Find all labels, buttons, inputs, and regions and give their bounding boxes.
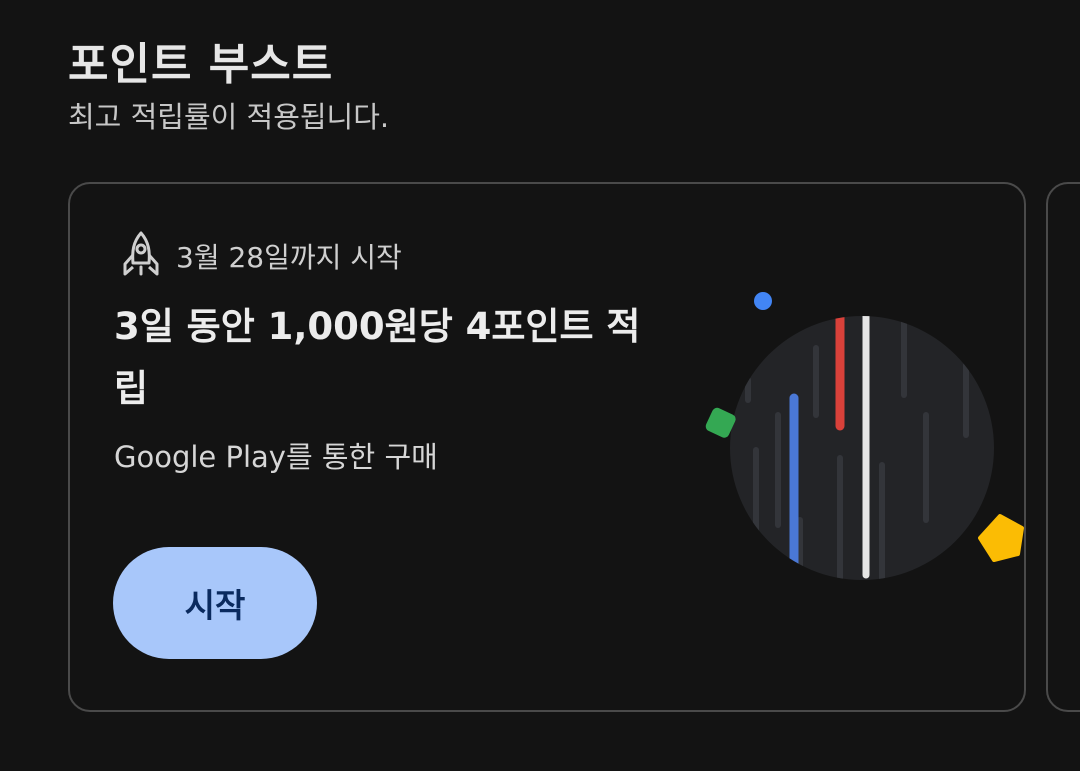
boost-illustration xyxy=(705,292,1024,580)
start-button[interactable]: 시작 xyxy=(113,547,317,659)
points-boost-section: 포인트 부스트 최고 적립률이 적용됩니다. 3월 28일까지 시작 3일 동안… xyxy=(0,0,1080,771)
blue-dot xyxy=(754,292,772,310)
section-title: 포인트 부스트 xyxy=(68,39,334,90)
offer-description: Google Play를 통한 구매 xyxy=(114,440,438,474)
rocket-icon xyxy=(123,231,159,276)
yellow-pentagon xyxy=(978,514,1024,562)
next-offer-card[interactable] xyxy=(1046,182,1080,712)
offer-deadline: 3월 28일까지 시작 xyxy=(176,241,402,274)
illustration-circle xyxy=(730,316,994,580)
offer-title: 3일 동안 1,000원당 4포인트 적립 xyxy=(114,305,641,410)
section-subtitle: 최고 적립률이 적용됩니다. xyxy=(68,100,390,134)
